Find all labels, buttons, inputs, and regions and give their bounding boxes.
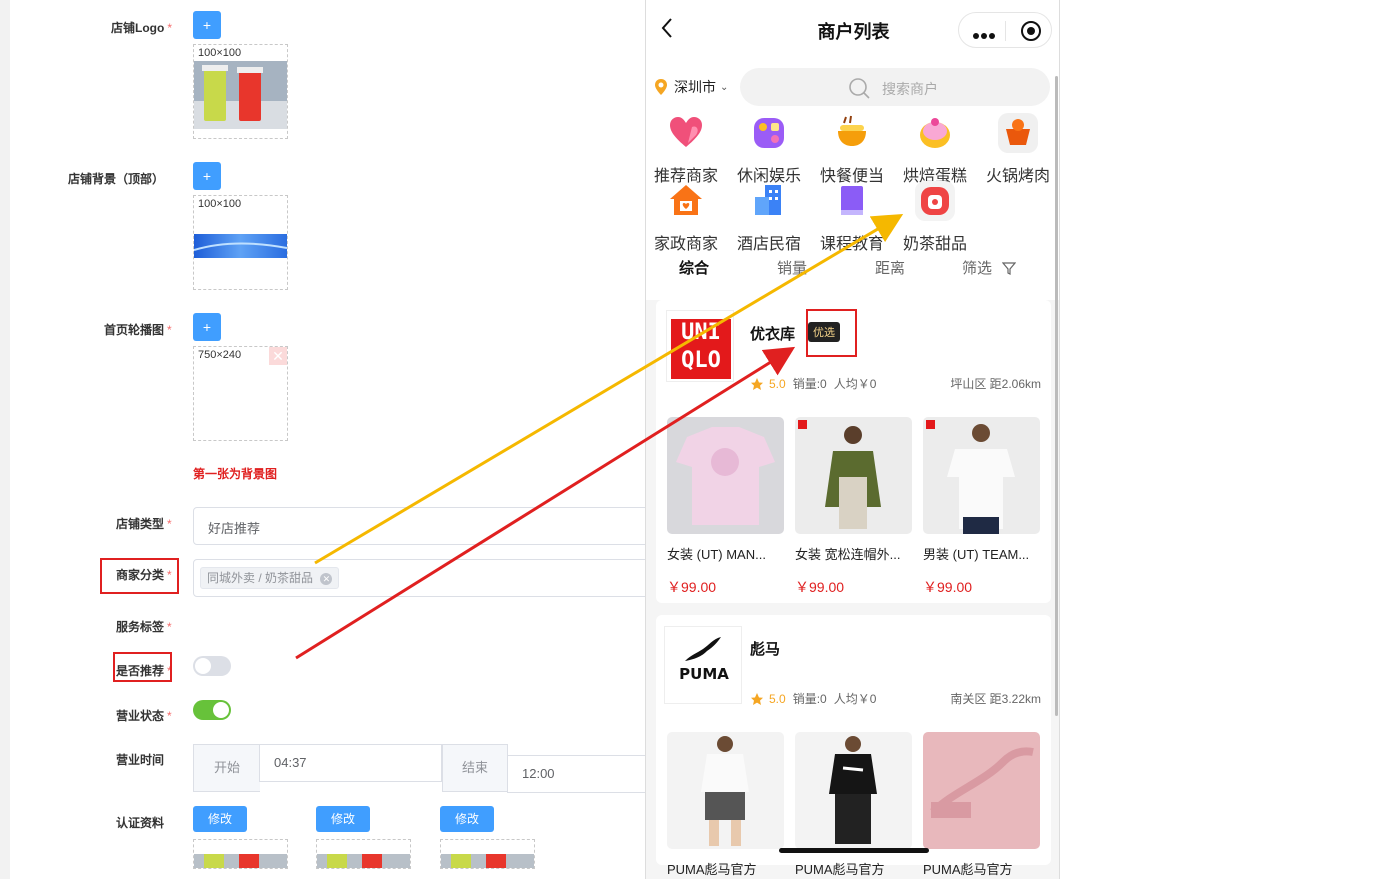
yellow-arrow bbox=[314, 213, 904, 565]
annotation-arrows bbox=[295, 213, 904, 660]
red-arrow bbox=[295, 346, 796, 660]
page: 店铺Logo * + 100×100 店铺背景（顶部） + 100×100 首页轮… bbox=[0, 0, 1399, 879]
